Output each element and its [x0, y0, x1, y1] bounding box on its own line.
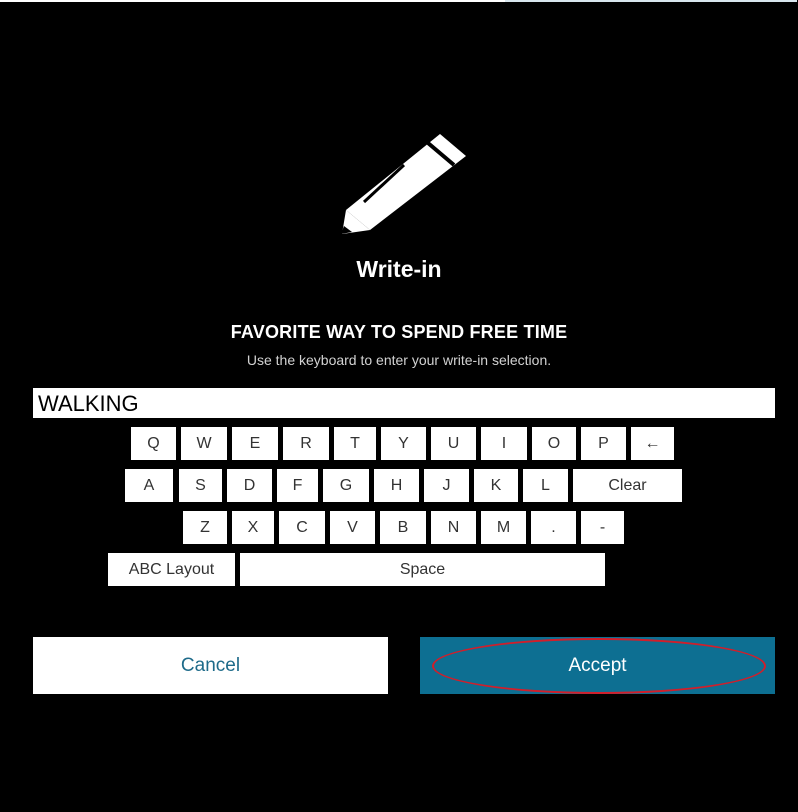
top-edge-accent — [505, 0, 797, 2]
instructions-text: Use the keyboard to enter your write-in … — [246, 352, 552, 368]
space-key[interactable]: Space — [240, 553, 605, 586]
key-x[interactable]: X — [232, 511, 274, 544]
key-r[interactable]: R — [283, 427, 329, 460]
key-h[interactable]: H — [374, 469, 419, 502]
write-in-input[interactable]: WALKING — [33, 388, 775, 418]
cancel-button[interactable]: Cancel — [33, 637, 388, 694]
key-e[interactable]: E — [232, 427, 278, 460]
key-g[interactable]: G — [323, 469, 369, 502]
key-q[interactable]: Q — [131, 427, 176, 460]
key-c[interactable]: C — [279, 511, 325, 544]
key-t[interactable]: T — [334, 427, 376, 460]
key-v[interactable]: V — [330, 511, 375, 544]
key-w[interactable]: W — [181, 427, 227, 460]
key-u[interactable]: U — [431, 427, 476, 460]
key-i[interactable]: I — [481, 427, 527, 460]
key-k[interactable]: K — [474, 469, 518, 502]
dialog-title: Write-in — [356, 256, 442, 282]
key-s[interactable]: S — [179, 469, 222, 502]
key-p[interactable]: P — [581, 427, 626, 460]
abc-layout-key[interactable]: ABC Layout — [108, 553, 235, 586]
key-a[interactable]: A — [125, 469, 173, 502]
key-d[interactable]: D — [227, 469, 272, 502]
key-y[interactable]: Y — [381, 427, 426, 460]
clear-key[interactable]: Clear — [573, 469, 682, 502]
accept-button[interactable]: Accept — [420, 637, 775, 694]
backspace-key[interactable]: ← — [631, 427, 674, 460]
key-hyphen[interactable]: - — [581, 511, 624, 544]
key-n[interactable]: N — [431, 511, 476, 544]
key-m[interactable]: M — [481, 511, 526, 544]
key-j[interactable]: J — [424, 469, 469, 502]
key-b[interactable]: B — [380, 511, 426, 544]
key-f[interactable]: F — [277, 469, 318, 502]
key-l[interactable]: L — [523, 469, 568, 502]
key-z[interactable]: Z — [183, 511, 227, 544]
key-o[interactable]: O — [532, 427, 576, 460]
top-edge — [0, 0, 505, 2]
key-period[interactable]: . — [531, 511, 576, 544]
pencil-icon — [341, 134, 466, 234]
contest-title: FAVORITE WAY TO SPEND FREE TIME — [230, 322, 568, 342]
